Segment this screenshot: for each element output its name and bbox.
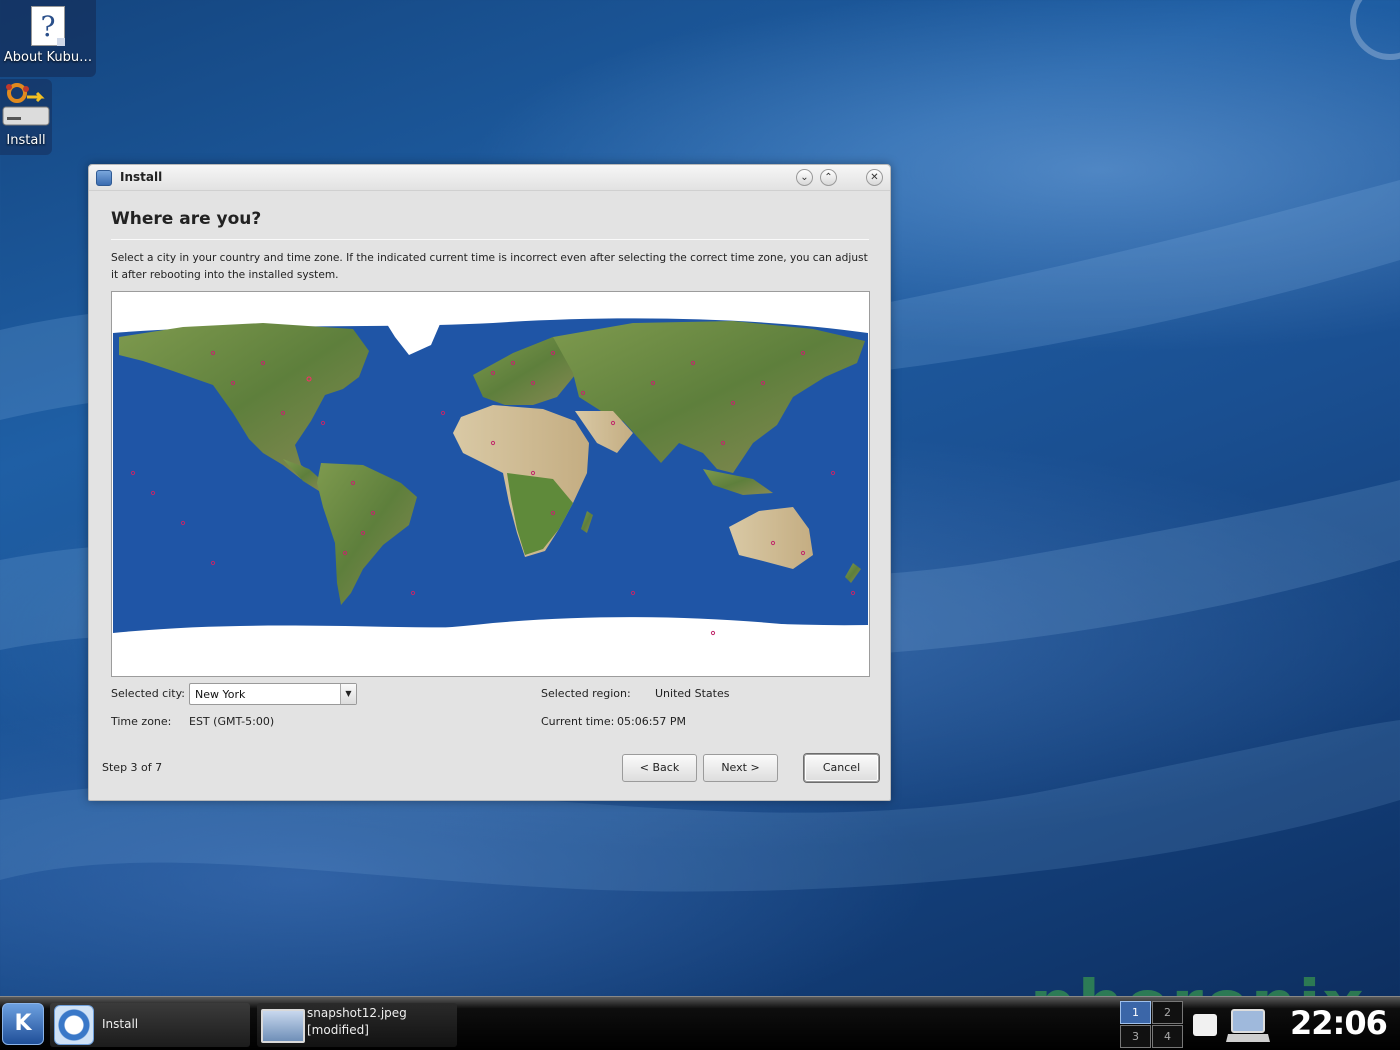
taskbar-task-install[interactable]: Install	[50, 1003, 250, 1047]
step-indicator: Step 3 of 7	[102, 761, 163, 774]
installer-window: Install ⌄ ⌃ ✕ Where are you? Select a ci…	[88, 164, 891, 801]
desktop-icon-install-label: Install	[6, 133, 46, 148]
task-snapshot-label: snapshot12.jpeg [modified]	[307, 1005, 407, 1039]
current-time-label: Current time:	[541, 715, 615, 728]
selected-city-label: Selected city:	[111, 687, 186, 700]
window-title: Install	[120, 170, 163, 184]
desktop-icon-install[interactable]: Install	[0, 79, 52, 155]
desktop-pager: 1 2 3 4	[1120, 1001, 1184, 1049]
taskbar-clock[interactable]: 22:06	[1290, 1004, 1388, 1042]
pager-desktop-2[interactable]: 2	[1152, 1001, 1183, 1024]
dropdown-arrow-icon[interactable]: ▼	[340, 684, 356, 704]
cancel-button[interactable]: Cancel	[804, 754, 879, 782]
selected-region-label: Selected region:	[541, 687, 631, 700]
maximize-button[interactable]: ⌃	[820, 169, 837, 186]
task-install-label: Install	[102, 1017, 139, 1031]
selected-region-value: United States	[655, 687, 730, 700]
window-titlebar[interactable]: Install ⌄ ⌃ ✕	[89, 165, 890, 191]
timezone-map[interactable]	[111, 291, 870, 677]
installer-disc-icon	[54, 1005, 94, 1045]
task-snapshot-status: [modified]	[307, 1023, 369, 1037]
help-document-icon: ?	[31, 6, 65, 46]
pager-desktop-1[interactable]: 1	[1120, 1001, 1151, 1024]
pager-desktop-4[interactable]: 4	[1152, 1025, 1183, 1048]
back-button[interactable]: < Back	[622, 754, 697, 782]
task-snapshot-filename: snapshot12.jpeg	[307, 1006, 407, 1020]
taskbar-task-snapshot[interactable]: snapshot12.jpeg [modified]	[257, 1003, 457, 1047]
image-viewer-icon	[261, 1009, 305, 1043]
clipboard-icon[interactable]	[1193, 1014, 1217, 1036]
time-zone-label: Time zone:	[111, 715, 172, 728]
next-button[interactable]: Next >	[703, 754, 778, 782]
title-separator	[111, 239, 869, 240]
pager-desktop-3[interactable]: 3	[1120, 1025, 1151, 1048]
city-select-value: New York	[195, 688, 246, 701]
taskbar: K Install snapshot12.jpeg [modified]	[0, 996, 1400, 1050]
install-drive-icon	[2, 83, 50, 126]
instructions-text: Select a city in your country and time z…	[111, 252, 868, 281]
minimize-button[interactable]: ⌄	[796, 169, 813, 186]
city-select[interactable]: New York ▼	[189, 683, 357, 705]
installer-app-icon	[96, 170, 112, 186]
world-map[interactable]	[113, 293, 868, 675]
desktop-icon-about-label: About Kubu…	[3, 50, 93, 65]
current-time-value: 05:06:57 PM	[617, 715, 687, 728]
kde-menu-button[interactable]: K	[2, 1003, 44, 1045]
page-title: Where are you?	[111, 209, 262, 229]
laptop-icon[interactable]	[1226, 1008, 1270, 1044]
time-zone-value: EST (GMT-5:00)	[189, 715, 275, 728]
desktop-icon-about[interactable]: ? About Kubu…	[0, 0, 96, 77]
close-button[interactable]: ✕	[866, 169, 883, 186]
